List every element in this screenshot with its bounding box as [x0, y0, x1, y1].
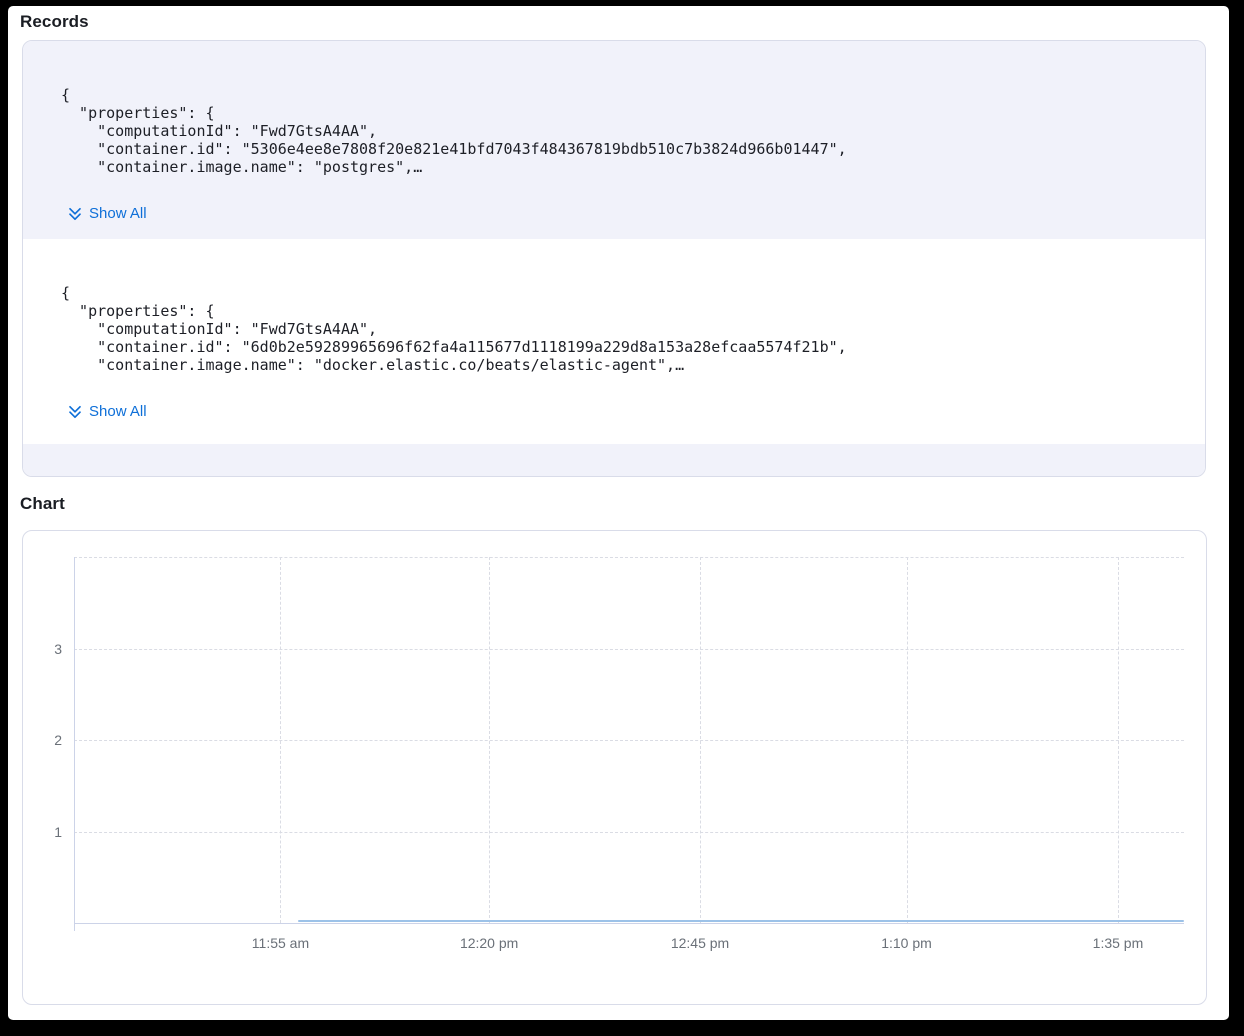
h-gridline: [74, 649, 1184, 650]
double-chevron-down-icon: [67, 206, 83, 222]
v-gridline: [1118, 557, 1119, 923]
record-row: { "properties": { "computationId": "Fwd7…: [23, 239, 1205, 444]
h-gridline: [74, 740, 1184, 741]
show-all-label: Show All: [89, 402, 147, 422]
screenshot-frame: { "page": { "records": { "title": "Recor…: [0, 0, 1244, 1036]
records-panel: { "properties": { "computationId": "Fwd7…: [22, 40, 1206, 477]
y-axis-line: [74, 557, 75, 931]
page: Records { "properties": { "computationId…: [8, 6, 1229, 1020]
show-all-label: Show All: [89, 204, 147, 224]
x-axis-tick-label: 1:10 pm: [881, 935, 932, 951]
y-axis-tick-label: 1: [28, 824, 62, 840]
x-axis-tick-label: 1:35 pm: [1093, 935, 1144, 951]
show-all-button[interactable]: Show All: [67, 402, 147, 422]
chart-section-title: Chart: [20, 492, 65, 516]
x-axis-tick-label: 12:45 pm: [671, 935, 729, 951]
x-axis-tick-label: 12:20 pm: [460, 935, 518, 951]
chart-panel: 3 2 1 11:55 am 12:20 pm 12:45 pm 1:10 pm…: [22, 530, 1207, 1005]
chart-plot-area: 3 2 1 11:55 am 12:20 pm 12:45 pm 1:10 pm…: [74, 557, 1184, 923]
v-gridline: [489, 557, 490, 923]
records-section-title: Records: [20, 10, 89, 34]
v-gridline: [907, 557, 908, 923]
v-gridline: [280, 557, 281, 923]
v-gridline: [700, 557, 701, 923]
x-axis-line: [74, 923, 1184, 924]
record-row-empty: [23, 444, 1205, 476]
h-gridline: [74, 832, 1184, 833]
record-json: { "properties": { "computationId": "Fwd7…: [61, 86, 1189, 176]
y-axis-tick-label: 3: [28, 641, 62, 657]
h-gridline: [74, 557, 1184, 558]
x-axis-tick-label: 11:55 am: [252, 935, 309, 951]
series-line: [298, 920, 1184, 923]
double-chevron-down-icon: [67, 404, 83, 420]
show-all-button[interactable]: Show All: [67, 204, 147, 224]
record-json: { "properties": { "computationId": "Fwd7…: [61, 284, 1189, 374]
record-row: { "properties": { "computationId": "Fwd7…: [23, 41, 1205, 239]
y-axis-tick-label: 2: [28, 732, 62, 748]
